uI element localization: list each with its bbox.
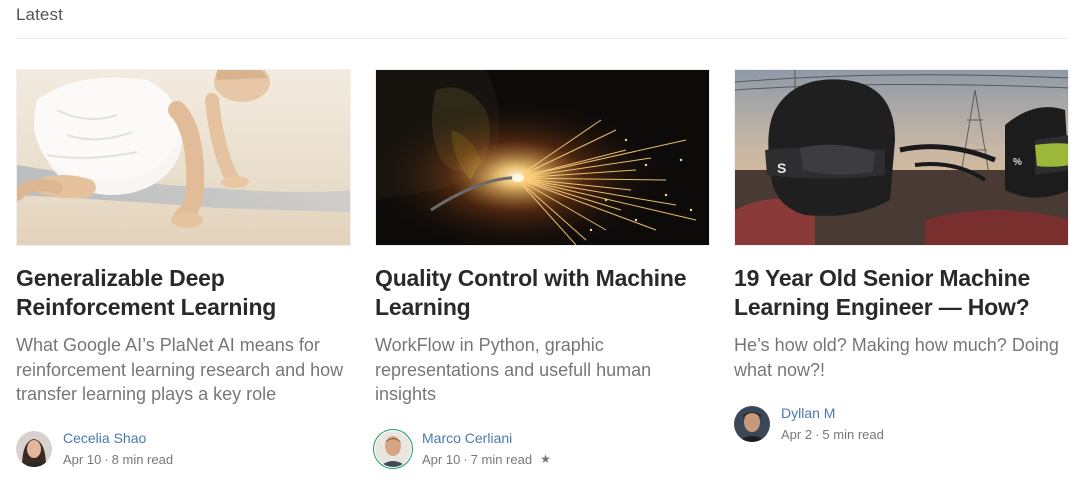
welding-sparks-photo: [376, 70, 709, 245]
motocross-helmets-photo: S %: [735, 70, 1068, 245]
author-row: Dyllan M Apr 2 · 5 min read: [734, 405, 1069, 445]
post-subtitle[interactable]: What Google AI’s PlaNet AI means for rei…: [16, 333, 356, 407]
author-row: Marco Cerliani Apr 10 · 7 min read ★: [373, 429, 710, 470]
post-date: Apr 2: [781, 427, 813, 442]
read-time: 7 min read: [470, 452, 533, 467]
author-name-link[interactable]: Dyllan M: [781, 405, 835, 421]
post-date: Apr 10: [63, 452, 102, 467]
post-card[interactable]: Generalizable Deep Reinforcement Learnin…: [16, 69, 351, 479]
svg-text:%: %: [1013, 157, 1022, 168]
member-star-icon: ★: [540, 452, 551, 466]
author-name-link[interactable]: Cecelia Shao: [63, 430, 146, 446]
section-header: Latest: [16, 0, 1068, 39]
post-meta: Apr 10 · 8 min read: [63, 452, 173, 467]
author-avatar[interactable]: [375, 431, 411, 467]
post-subtitle[interactable]: WorkFlow in Python, graphic representati…: [375, 333, 715, 407]
post-thumbnail[interactable]: [375, 69, 710, 246]
meta-separator: ·: [463, 452, 468, 467]
post-meta: Apr 10 · 7 min read ★: [422, 452, 551, 467]
post-title[interactable]: Generalizable Deep Reinforcement Learnin…: [16, 264, 351, 322]
post-title[interactable]: Quality Control with Machine Learning: [375, 264, 710, 322]
meta-separator: ·: [104, 452, 109, 467]
author-avatar[interactable]: [16, 431, 52, 467]
post-thumbnail[interactable]: [16, 69, 351, 246]
section-title: Latest: [16, 5, 63, 24]
read-time: 8 min read: [111, 452, 174, 467]
post-card[interactable]: S % 19 Year Old Senior Machine Learning …: [734, 69, 1069, 479]
post-card[interactable]: Quality Control with Machine Learning Wo…: [373, 69, 710, 479]
post-date: Apr 10: [422, 452, 461, 467]
author-name-link[interactable]: Marco Cerliani: [422, 430, 512, 446]
post-thumbnail[interactable]: S %: [734, 69, 1069, 246]
post-title[interactable]: 19 Year Old Senior Machine Learning Engi…: [734, 264, 1069, 322]
author-row: Cecelia Shao Apr 10 · 8 min read: [16, 430, 351, 470]
post-meta: Apr 2 · 5 min read: [781, 427, 884, 442]
meta-separator: ·: [815, 427, 820, 442]
post-subtitle[interactable]: He’s how old? Making how much? Doing wha…: [734, 333, 1074, 382]
svg-text:S: S: [777, 160, 786, 176]
author-avatar[interactable]: [734, 406, 770, 442]
baby-crawling-on-sand-photo: [17, 70, 350, 245]
read-time: 5 min read: [822, 427, 884, 442]
